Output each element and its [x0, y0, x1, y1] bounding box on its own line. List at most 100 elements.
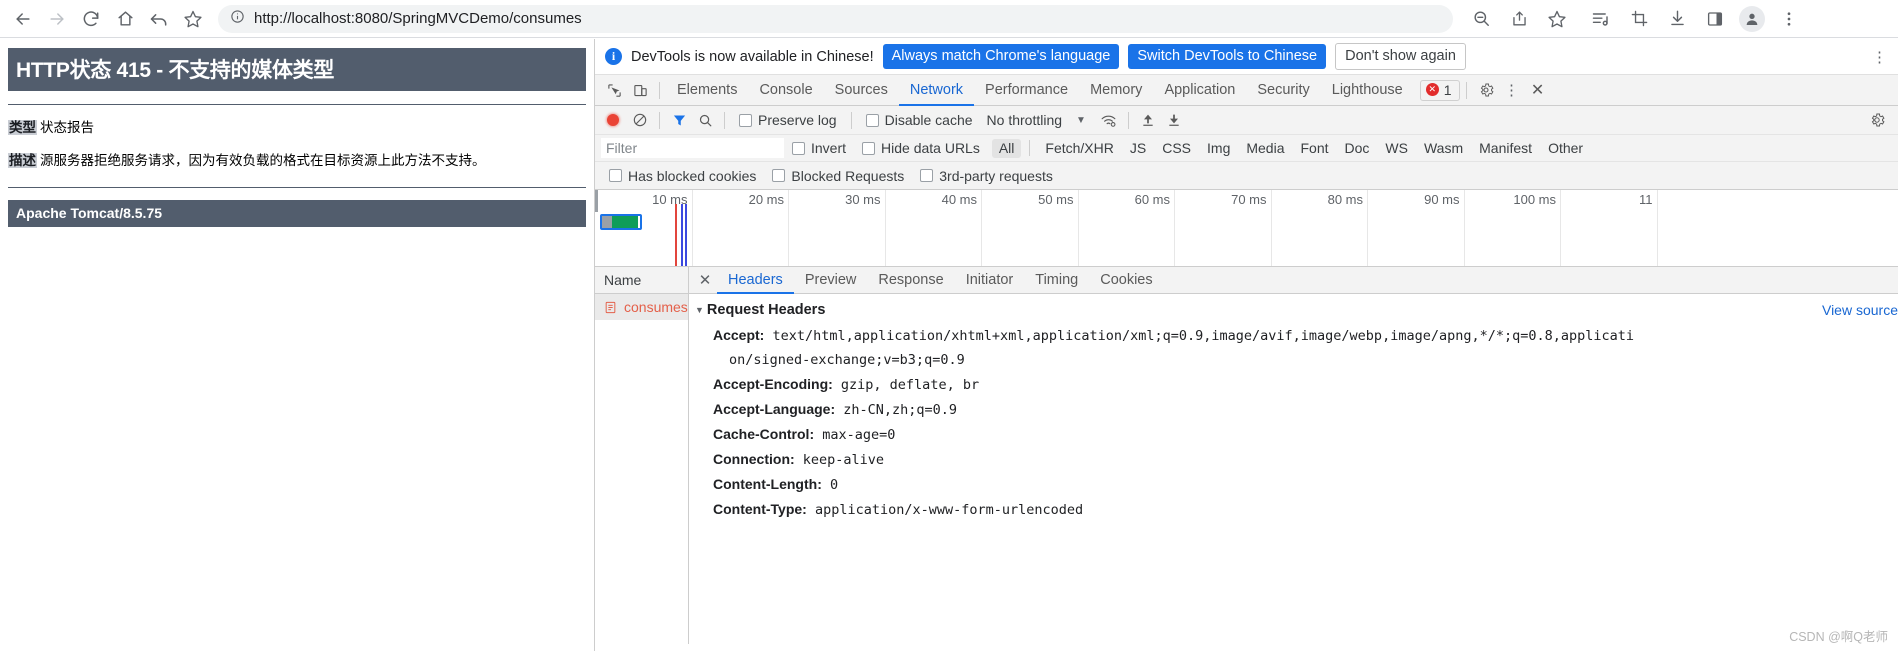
overview-tick-label: 100 ms	[1513, 192, 1556, 207]
detail-tab-timing[interactable]: Timing	[1024, 267, 1089, 294]
screenshot-crop-icon[interactable]	[1625, 5, 1653, 33]
tab-sources[interactable]: Sources	[824, 75, 899, 106]
overview-request-bar[interactable]	[600, 214, 642, 230]
network-filter-row: Invert Hide data URLs All Fetch/XHRJSCSSI…	[595, 135, 1898, 162]
close-detail-icon[interactable]: ✕	[693, 268, 717, 292]
network-overview-timeline[interactable]: 10 ms 20 ms 30 ms 40 ms 50 ms 60 ms 70 ms 80 ms…	[595, 190, 1898, 267]
profile-avatar-icon[interactable]	[1739, 5, 1765, 32]
notice-kebab-icon[interactable]: ⋮	[1869, 48, 1890, 66]
share-icon[interactable]	[1505, 5, 1533, 33]
switch-devtools-to-chinese-button[interactable]: Switch DevTools to Chinese	[1128, 44, 1327, 69]
download-icon[interactable]	[1663, 5, 1691, 33]
blocked-requests-box[interactable]	[772, 169, 786, 182]
load-event-marker-2	[685, 204, 687, 266]
import-har-icon[interactable]	[1135, 108, 1161, 132]
network-conditions-icon[interactable]	[1096, 108, 1122, 132]
filter-funnel-icon[interactable]	[666, 108, 692, 132]
dont-show-again-button[interactable]: Don't show again	[1335, 43, 1466, 70]
chevron-down-icon[interactable]: ▼	[1076, 115, 1086, 126]
overview-tick-label: 11	[1639, 192, 1653, 207]
dom-content-loaded-marker	[675, 204, 677, 266]
side-panel-icon[interactable]	[1701, 5, 1729, 33]
has-blocked-cookies-checkbox[interactable]: Has blocked cookies	[601, 168, 764, 184]
type-filter-ws[interactable]: WS	[1378, 139, 1415, 158]
tab-network[interactable]: Network	[899, 75, 974, 106]
detail-tab-initiator[interactable]: Initiator	[955, 267, 1025, 294]
type-filter-wasm[interactable]: Wasm	[1417, 139, 1470, 158]
devtools-more-kebab-icon[interactable]: ⋮	[1499, 78, 1525, 102]
tab-security[interactable]: Security	[1246, 75, 1320, 106]
type-filter-all[interactable]: All	[991, 138, 1022, 158]
table-row[interactable]: consumes	[595, 294, 688, 320]
search-icon[interactable]	[692, 108, 718, 132]
undo-icon[interactable]	[144, 4, 174, 34]
has-blocked-cookies-box[interactable]	[609, 169, 622, 182]
detail-tab-headers[interactable]: Headers	[717, 267, 794, 294]
tab-elements[interactable]: Elements	[666, 75, 748, 106]
inspect-element-icon[interactable]	[601, 78, 627, 102]
request-headers-section-title[interactable]: ▼ Request Headers	[689, 302, 1898, 318]
reading-list-icon[interactable]	[1587, 5, 1615, 33]
preserve-log-checkbox[interactable]: Preserve log	[731, 112, 845, 128]
tab-application[interactable]: Application	[1153, 75, 1246, 106]
gear-icon[interactable]	[1473, 78, 1499, 102]
disable-cache-box[interactable]	[865, 113, 879, 127]
chrome-menu-kebab-icon[interactable]	[1775, 5, 1803, 33]
detail-tabs-host: Headers Preview Response Initiator Timing Coo…	[717, 267, 1164, 294]
error-description-line: 描述 源服务器拒绝服务请求，因为有效负载的格式在目标资源上此方法不支持。	[8, 151, 586, 171]
star-outline-icon[interactable]	[178, 4, 208, 34]
third-party-requests-checkbox[interactable]: 3rd-party requests	[912, 168, 1061, 184]
throttling-select[interactable]: No throttling	[987, 112, 1062, 128]
detail-tab-cookies[interactable]: Cookies	[1089, 267, 1163, 294]
type-filter-fetch-xhr[interactable]: Fetch/XHR	[1038, 139, 1120, 158]
blocked-requests-checkbox[interactable]: Blocked Requests	[764, 168, 912, 184]
hide-data-urls-checkbox[interactable]: Hide data URLs	[854, 140, 988, 156]
load-event-marker	[681, 204, 683, 266]
type-filter-other[interactable]: Other	[1541, 139, 1590, 158]
has-blocked-cookies-label: Has blocked cookies	[628, 167, 757, 184]
site-info-icon[interactable]	[230, 9, 245, 29]
hide-data-urls-box[interactable]	[862, 141, 876, 155]
browser-toolbar: http://localhost:8080/SpringMVCDemo/cons…	[0, 0, 1898, 38]
type-filter-img[interactable]: Img	[1200, 139, 1237, 158]
type-filter-css[interactable]: CSS	[1155, 139, 1198, 158]
back-arrow-icon[interactable]	[8, 4, 38, 34]
filter-input[interactable]	[601, 138, 784, 158]
type-filter-font[interactable]: Font	[1294, 139, 1336, 158]
detail-tab-preview[interactable]: Preview	[794, 267, 868, 294]
type-filter-js[interactable]: JS	[1123, 139, 1153, 158]
invert-checkbox[interactable]: Invert	[784, 140, 854, 156]
third-party-requests-box[interactable]	[920, 169, 934, 182]
always-match-language-button[interactable]: Always match Chrome's language	[882, 44, 1120, 69]
tab-console[interactable]: Console	[748, 75, 823, 106]
forward-arrow-icon[interactable]	[42, 4, 72, 34]
view-source-link[interactable]: View source	[1822, 302, 1898, 318]
clear-icon[interactable]	[627, 108, 653, 132]
type-filter-doc[interactable]: Doc	[1338, 139, 1377, 158]
zoom-out-icon[interactable]	[1467, 5, 1495, 33]
bookmark-star-icon[interactable]	[1543, 5, 1571, 33]
overview-tick-label: 70 ms	[1231, 192, 1267, 207]
preserve-log-box[interactable]	[739, 113, 752, 127]
invert-box[interactable]	[792, 141, 805, 155]
watermark: CSDN @啊Q老师	[1789, 630, 1888, 644]
disable-cache-checkbox[interactable]: Disable cache	[858, 112, 981, 128]
reload-icon[interactable]	[76, 4, 106, 34]
tab-lighthouse[interactable]: Lighthouse	[1321, 75, 1414, 106]
header-row: Accept: text/html,application/xhtml+xml,…	[689, 323, 1898, 348]
home-icon[interactable]	[110, 4, 140, 34]
triangle-down-icon: ▼	[695, 305, 704, 315]
detail-tab-response[interactable]: Response	[867, 267, 954, 294]
record-button-icon[interactable]	[607, 114, 619, 126]
type-filter-manifest[interactable]: Manifest	[1472, 139, 1539, 158]
tab-memory[interactable]: Memory	[1079, 75, 1153, 106]
tab-performance[interactable]: Performance	[974, 75, 1079, 106]
type-filter-media[interactable]: Media	[1239, 139, 1291, 158]
error-count-badge[interactable]: ✕ 1	[1419, 79, 1460, 101]
address-bar[interactable]: http://localhost:8080/SpringMVCDemo/cons…	[218, 4, 1453, 33]
export-har-icon[interactable]	[1161, 108, 1187, 132]
toggle-device-toolbar-icon[interactable]	[627, 78, 653, 102]
overview-left-handle[interactable]	[595, 190, 598, 212]
network-settings-gear-icon[interactable]	[1864, 108, 1890, 132]
close-devtools-icon[interactable]: ✕	[1525, 78, 1551, 102]
